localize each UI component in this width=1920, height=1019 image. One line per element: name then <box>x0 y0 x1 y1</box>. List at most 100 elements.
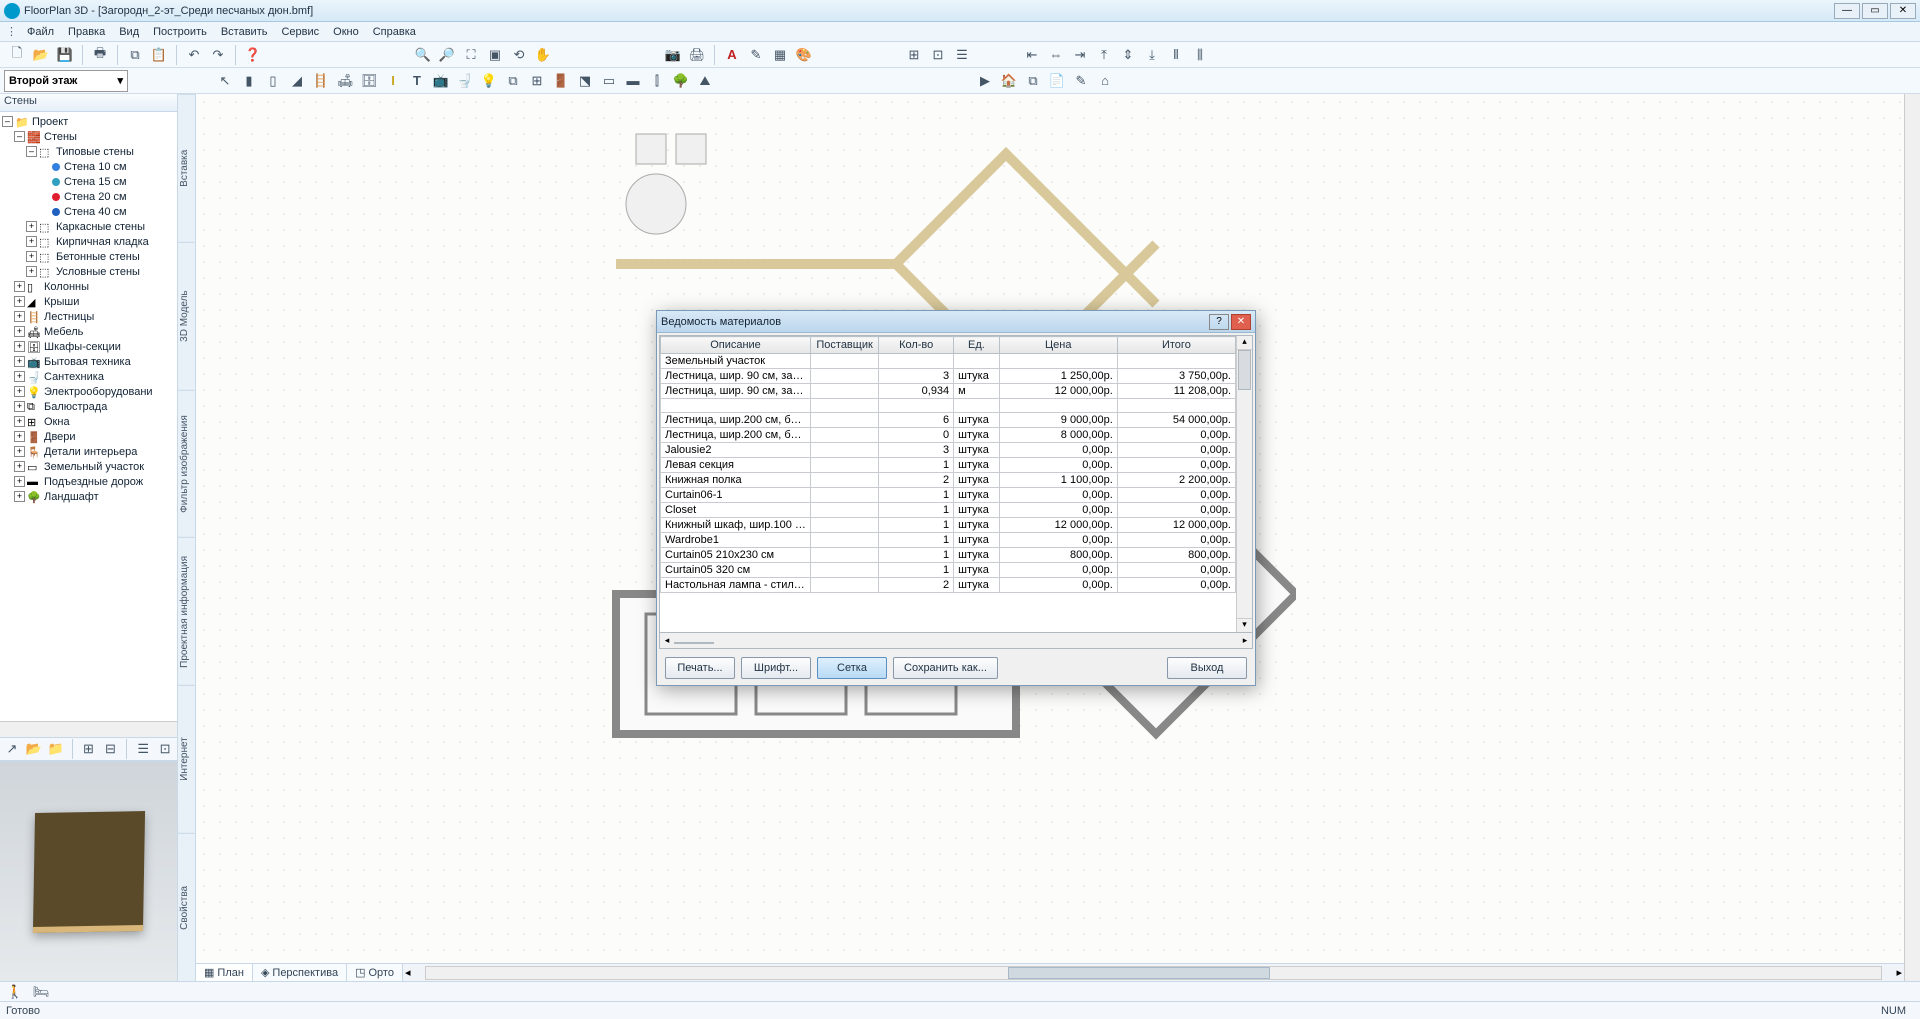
window-tool-icon[interactable]: ⊞ <box>526 70 548 92</box>
table-cell[interactable]: 1 100,00р. <box>999 473 1117 488</box>
menu-file[interactable]: Файл <box>21 24 60 40</box>
tree-toggle[interactable]: – <box>26 146 37 157</box>
table-cell[interactable] <box>811 384 879 399</box>
edit-icon[interactable]: ✎ <box>1070 70 1092 92</box>
table-cell[interactable]: штука <box>954 473 999 488</box>
table-row[interactable]: Wardrobe11штука0,00р.0,00р. <box>661 533 1236 548</box>
table-cell[interactable] <box>811 488 879 503</box>
table-row[interactable]: Jalousie23штука0,00р.0,00р. <box>661 443 1236 458</box>
terrain-tool-icon[interactable]: ⛰ <box>694 70 716 92</box>
table-row[interactable]: Лестница, шир. 90 см, закры3штука1 250,0… <box>661 369 1236 384</box>
minimize-button[interactable]: — <box>1834 3 1860 19</box>
plant-tool-icon[interactable]: 🌳 <box>670 70 692 92</box>
table-cell[interactable]: м <box>954 384 999 399</box>
table-cell[interactable]: 0,00р. <box>999 503 1117 518</box>
scroll-down-icon[interactable]: ▾ <box>1237 618 1252 632</box>
roof-tool-icon[interactable]: ◢ <box>286 70 308 92</box>
balustrade-tool-icon[interactable]: ⧉ <box>502 70 524 92</box>
table-cell[interactable]: 2 <box>879 473 954 488</box>
table-cell[interactable]: 6 <box>879 413 954 428</box>
plumbing-tool-icon[interactable]: 🚽 <box>454 70 476 92</box>
vscroll-thumb[interactable] <box>1238 350 1251 390</box>
table-cell[interactable] <box>811 369 879 384</box>
tree-toggle[interactable]: + <box>26 266 37 277</box>
table-cell[interactable]: 0,00р. <box>1117 503 1235 518</box>
table-cell[interactable]: штука <box>954 503 999 518</box>
driveway-tool-icon[interactable]: ▬ <box>622 70 644 92</box>
grid-icon[interactable]: ⊞ <box>903 44 925 66</box>
tree-toggle[interactable]: + <box>14 461 25 472</box>
electrical-tool-icon[interactable]: 💡 <box>478 70 500 92</box>
table-cell[interactable] <box>879 399 954 413</box>
col-unit[interactable]: Ед. <box>954 337 999 354</box>
print-button[interactable]: Печать... <box>665 657 735 679</box>
canvas-vscrollbar[interactable] <box>1904 94 1920 981</box>
menu-window[interactable]: Окно <box>327 24 365 40</box>
distribute-v-icon[interactable]: ⫼ <box>1189 44 1211 66</box>
fence-tool-icon[interactable]: ⫿ <box>646 70 668 92</box>
menu-view[interactable]: Вид <box>113 24 145 40</box>
table-cell[interactable]: Curtain06-1 <box>661 488 811 503</box>
grid-hscrollbar[interactable]: ◂ ▸ <box>659 633 1253 649</box>
walk-icon[interactable]: 🚶 <box>4 981 26 1003</box>
tree-toggle[interactable]: + <box>14 341 25 352</box>
tree-brick[interactable]: Кирпичная кладка <box>56 236 149 248</box>
scroll-right-icon[interactable]: ▸ <box>1896 966 1902 979</box>
table-cell[interactable]: Земельный участок <box>661 354 811 369</box>
table-cell[interactable]: Closet <box>661 503 811 518</box>
tree-appliances[interactable]: Бытовая техника <box>44 356 131 368</box>
column-tool-icon[interactable]: ▯ <box>262 70 284 92</box>
saveas-button[interactable]: Сохранить как... <box>893 657 998 679</box>
exit-button[interactable]: Выход <box>1167 657 1247 679</box>
table-row[interactable]: Лестница, шир.200 см, бето0штука8 000,00… <box>661 428 1236 443</box>
tree-closets[interactable]: Шкафы-секции <box>44 341 121 353</box>
tree-furniture[interactable]: Мебель <box>44 326 83 338</box>
table-cell[interactable]: Wardrobe1 <box>661 533 811 548</box>
tree-toggle[interactable]: – <box>14 131 25 142</box>
tree-toggle[interactable]: + <box>14 296 25 307</box>
table-cell[interactable]: 0,00р. <box>999 458 1117 473</box>
floor-selector[interactable]: Второй этаж ▾ <box>4 70 128 92</box>
table-cell[interactable]: 0,00р. <box>1117 533 1235 548</box>
align-bottom-icon[interactable]: ⤓ <box>1141 44 1163 66</box>
appliance-tool-icon[interactable]: 📺 <box>430 70 452 92</box>
table-row[interactable]: Книжная полка2штука1 100,00р.2 200,00р. <box>661 473 1236 488</box>
table-cell[interactable]: 0,00р. <box>1117 428 1235 443</box>
table-cell[interactable]: 54 000,00р. <box>1117 413 1235 428</box>
tree-concrete[interactable]: Бетонные стены <box>56 251 140 263</box>
table-cell[interactable]: Лестница, шир. 90 см, закры <box>661 369 811 384</box>
table-cell[interactable]: Настольная лампа - стиль Б <box>661 578 811 593</box>
furniture-tool-icon[interactable]: 🛋 <box>334 70 356 92</box>
tree-walls[interactable]: Стены <box>44 131 77 143</box>
open-file-icon[interactable]: 📂 <box>30 44 52 66</box>
tree-toggle[interactable]: – <box>2 116 13 127</box>
table-cell[interactable]: штука <box>954 413 999 428</box>
run-icon[interactable]: ▶ <box>974 70 996 92</box>
align-middle-icon[interactable]: ⇕ <box>1117 44 1139 66</box>
text-icon[interactable]: A <box>721 44 743 66</box>
tree-toggle[interactable]: + <box>14 476 25 487</box>
tree-conditional[interactable]: Условные стены <box>56 266 140 278</box>
tree-interior[interactable]: Детали интерьера <box>44 446 137 458</box>
table-cell[interactable]: 1 <box>879 458 954 473</box>
table-row[interactable]: Лестница, шир. 90 см, закры0,934м12 000,… <box>661 384 1236 399</box>
grid-vscrollbar[interactable]: ▴ ▾ <box>1236 336 1252 632</box>
detail-tool-icon[interactable]: ⬔ <box>574 70 596 92</box>
table-cell[interactable]: 1 <box>879 548 954 563</box>
tree-roofs[interactable]: Крыши <box>44 296 79 308</box>
table-cell[interactable]: 0,00р. <box>999 563 1117 578</box>
table-cell[interactable]: Книжная полка <box>661 473 811 488</box>
table-cell[interactable] <box>999 399 1117 413</box>
table-cell[interactable]: 1 <box>879 533 954 548</box>
hscroll-left-icon[interactable]: ◂ <box>660 635 674 646</box>
table-row[interactable]: Curtain06-11штука0,00р.0,00р. <box>661 488 1236 503</box>
camera-icon[interactable]: 📷 <box>662 44 684 66</box>
table-cell[interactable]: 12 000,00р. <box>999 384 1117 399</box>
lot-tool-icon[interactable]: ▭ <box>598 70 620 92</box>
align-left-icon[interactable]: ⇤ <box>1021 44 1043 66</box>
table-cell[interactable] <box>879 354 954 369</box>
tree-toggle[interactable]: + <box>14 446 25 457</box>
col-price[interactable]: Цена <box>999 337 1117 354</box>
table-cell[interactable]: 0,00р. <box>1117 488 1235 503</box>
side-tab-internet[interactable]: Интернет <box>178 685 195 833</box>
